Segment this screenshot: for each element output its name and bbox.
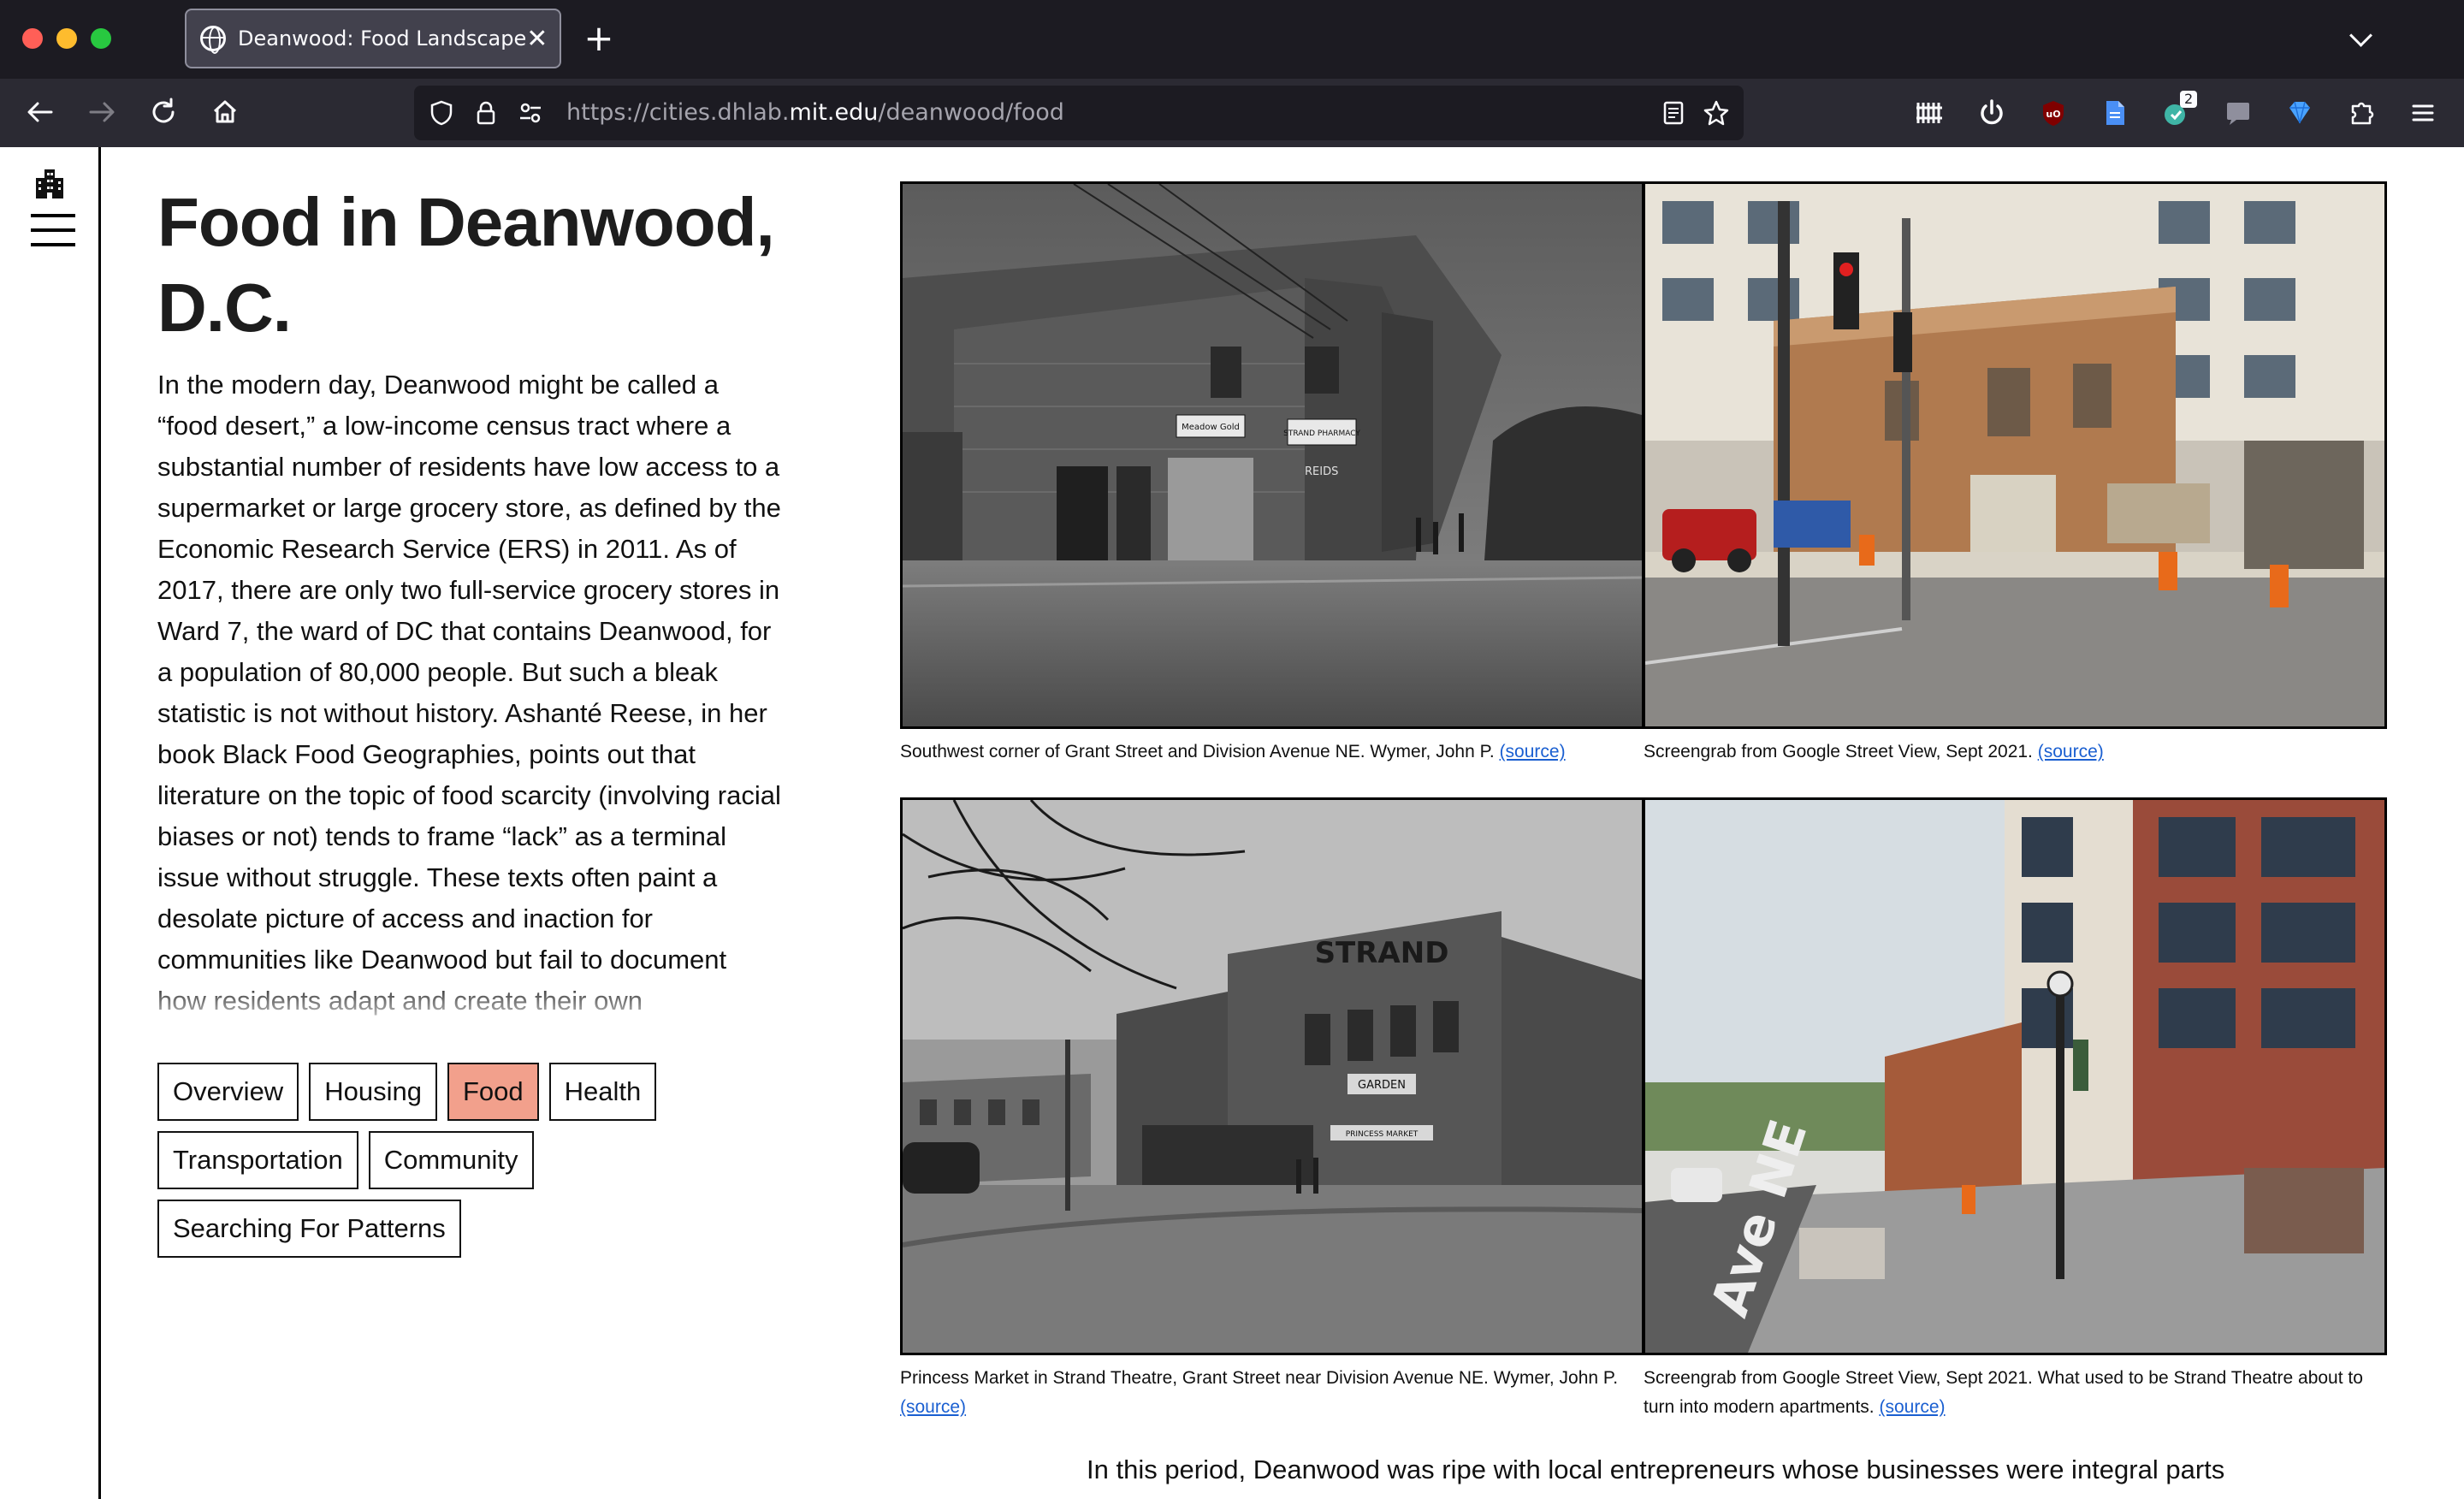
- continuation-paragraph: In this period, Deanwood was ripe with l…: [1087, 1455, 2225, 1484]
- historic-photo-grant-division[interactable]: Meadow Gold STRAND PHARMACY REIDS: [900, 181, 1644, 729]
- minimize-window-button[interactable]: [56, 28, 77, 49]
- zoom-window-button[interactable]: [91, 28, 111, 49]
- home-icon[interactable]: [204, 91, 246, 133]
- power-icon[interactable]: [1975, 96, 2009, 130]
- source-link-1[interactable]: (source): [1500, 742, 1566, 761]
- sign-reids: REIDS: [1305, 465, 1338, 478]
- tab-strip: Deanwood: Food Landscape ✕ +: [0, 0, 2464, 79]
- sign-meadow-gold: Meadow Gold: [1182, 423, 1240, 432]
- url-prefix: https://cities.dhlab.: [566, 99, 790, 126]
- source-link-4[interactable]: (source): [1879, 1397, 1945, 1417]
- intro-paragraph: In the modern day, Deanwood might be cal…: [157, 370, 781, 1032]
- sign-garden: GARDEN: [1358, 1079, 1406, 1092]
- modern-photo-strand-apartments[interactable]: Ave NE: [1643, 797, 2387, 1355]
- source-link-3[interactable]: (source): [900, 1397, 966, 1417]
- sign-strand-pharmacy: STRAND PHARMACY: [1283, 430, 1360, 438]
- navigation-toolbar: https://cities.dhlab.mit.edu/deanwood/fo…: [0, 79, 2464, 147]
- url-path: /deanwood/food: [878, 99, 1064, 126]
- globe-icon: [200, 26, 226, 54]
- browser-chrome: Deanwood: Food Landscape ✕ + https://cit…: [0, 0, 2464, 147]
- historic-photo-strand-theatre[interactable]: STRAND GARDEN PRINCESS MARKET: [900, 797, 1644, 1355]
- url-text[interactable]: https://cities.dhlab.mit.edu/deanwood/fo…: [566, 99, 1064, 126]
- url-domain: mit.edu: [789, 99, 879, 126]
- extension-icon[interactable]: 2: [2159, 91, 2198, 130]
- photo-caption-1: Southwest corner of Grant Street and Div…: [900, 738, 1636, 767]
- intro-scroll-area[interactable]: In the modern day, Deanwood might be cal…: [157, 364, 791, 1032]
- ublock-icon[interactable]: uO: [2036, 96, 2070, 130]
- caption-text-3: Princess Market in Strand Theatre, Grant…: [900, 1368, 1619, 1388]
- menu-icon[interactable]: [2406, 96, 2440, 130]
- article-intro: Food in Deanwood, D.C. In the modern day…: [157, 180, 791, 1032]
- new-tab-button[interactable]: +: [582, 17, 616, 60]
- close-window-button[interactable]: [22, 28, 43, 49]
- tab-title: Deanwood: Food Landscape: [238, 27, 527, 50]
- chevron-down-icon[interactable]: [2344, 24, 2378, 58]
- site-sidebar: [0, 147, 101, 1499]
- caption-text-1: Southwest corner of Grant Street and Div…: [900, 742, 1500, 761]
- chat-icon[interactable]: [2221, 96, 2255, 130]
- gem-icon[interactable]: [2283, 96, 2317, 130]
- nav-tag-searching-for-patterns[interactable]: Searching For Patterns: [157, 1200, 461, 1258]
- tab-active[interactable]: Deanwood: Food Landscape ✕: [185, 9, 561, 68]
- topic-navigation: Overview Housing Food Health Transportat…: [157, 1063, 705, 1268]
- nav-tag-transportation[interactable]: Transportation: [157, 1131, 358, 1189]
- forward-icon[interactable]: [80, 91, 123, 133]
- photo-caption-4: Screengrab from Google Street View, Sept…: [1644, 1364, 2379, 1422]
- nav-tag-community[interactable]: Community: [368, 1131, 534, 1189]
- back-icon[interactable]: [19, 91, 62, 133]
- permissions-icon[interactable]: [515, 98, 546, 128]
- address-bar[interactable]: https://cities.dhlab.mit.edu/deanwood/fo…: [414, 86, 1744, 140]
- extension-badge: 2: [2180, 91, 2198, 108]
- caption-text-2: Screengrab from Google Street View, Sept…: [1644, 742, 2038, 761]
- reader-view-icon[interactable]: [1658, 98, 1689, 128]
- tab-close-icon[interactable]: ✕: [526, 24, 548, 54]
- nav-tag-health[interactable]: Health: [548, 1063, 657, 1121]
- nav-tag-food[interactable]: Food: [447, 1063, 539, 1121]
- svg-text:uO: uO: [2046, 109, 2060, 120]
- reload-icon[interactable]: [142, 91, 185, 133]
- photo-caption-2: Screengrab from Google Street View, Sept…: [1644, 738, 2379, 767]
- sign-strand: STRAND: [1315, 936, 1449, 970]
- sign-princess-market: PRINCESS MARKET: [1346, 1130, 1419, 1139]
- bookmark-star-icon[interactable]: [1701, 98, 1732, 128]
- caption-text-4: Screengrab from Google Street View, Sept…: [1644, 1368, 2363, 1417]
- page-content: Food in Deanwood, D.C. In the modern day…: [0, 147, 2464, 1499]
- shield-icon[interactable]: [426, 98, 457, 128]
- nav-tag-overview[interactable]: Overview: [157, 1063, 299, 1121]
- source-link-2[interactable]: (source): [2038, 742, 2104, 761]
- document-icon[interactable]: [2098, 96, 2132, 130]
- lock-icon[interactable]: [471, 98, 501, 128]
- nav-tag-housing[interactable]: Housing: [309, 1063, 437, 1121]
- page-title: Food in Deanwood, D.C.: [157, 184, 775, 346]
- city-building-icon[interactable]: [34, 166, 65, 198]
- photo-caption-3: Princess Market in Strand Theatre, Grant…: [900, 1364, 1636, 1422]
- modern-photo-grant-division[interactable]: [1643, 181, 2387, 729]
- extensions-puzzle-icon[interactable]: [2344, 96, 2378, 130]
- hamburger-menu-icon[interactable]: [31, 212, 75, 248]
- library-icon[interactable]: [1913, 96, 1947, 130]
